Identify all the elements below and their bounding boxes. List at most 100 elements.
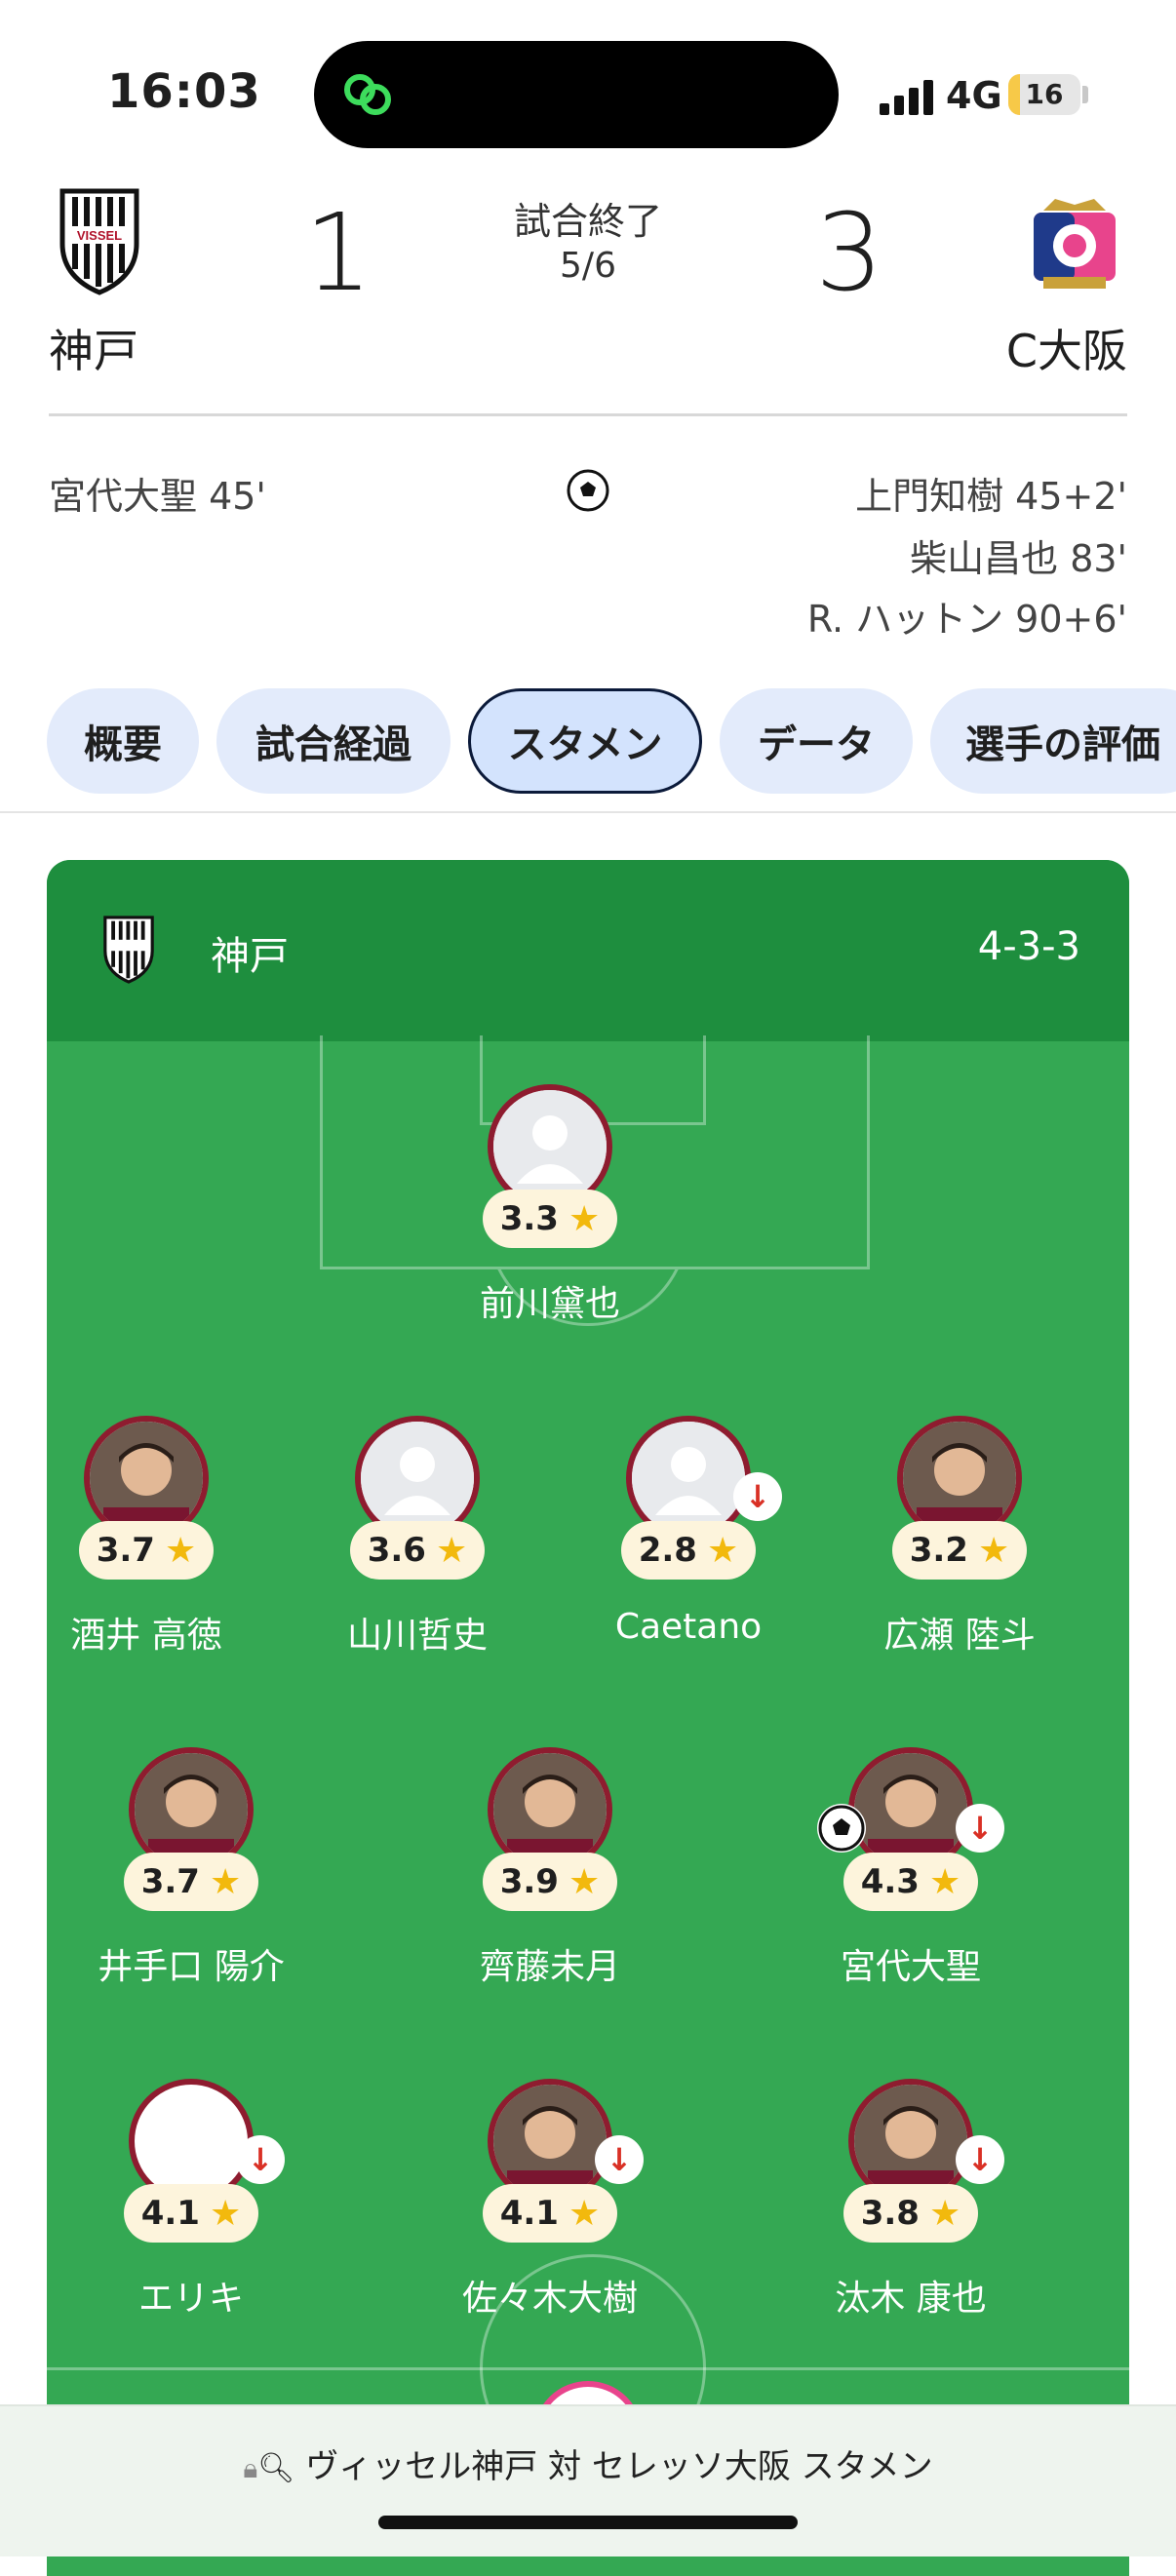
tab-lineups[interactable]: スタメン <box>468 688 702 794</box>
lineup-team-name: 神戸 <box>211 934 289 979</box>
link-app-icon <box>344 74 391 115</box>
player-rating: 3.7 ★ <box>124 1853 258 1911</box>
url-text[interactable]: 🔒︎🔍︎ ヴィッセル神戸 対 セレッソ大阪 スタメン <box>0 2439 1176 2487</box>
player-card[interactable]: 3.6 ★ 山川哲史 <box>271 1416 564 1656</box>
player-rating: 4.1 ★ <box>124 2184 258 2243</box>
rating-value: 3.9 <box>499 1862 559 1901</box>
player-name: 広瀬 陸斗 <box>883 1616 1036 1656</box>
player-card[interactable]: 3.7 ★ 酒井 高徳 <box>47 1416 293 1656</box>
crest-text: VISSEL <box>77 228 122 243</box>
player-name: 酒井 高徳 <box>70 1616 222 1656</box>
down-arrow-icon: ↓ <box>595 2135 644 2184</box>
star-icon: ★ <box>164 1530 197 1571</box>
player-name: 前川黛也 <box>479 1284 620 1324</box>
home-team-name[interactable]: 神戸 <box>49 316 138 380</box>
player-card[interactable]: ↓ 3.8 ★ 汰木 康也 <box>764 2079 1057 2319</box>
rating-value: 3.3 <box>499 1199 559 1238</box>
battery-icon: 16 <box>1008 74 1080 115</box>
player-name: 山川哲史 <box>346 1616 488 1656</box>
search-icon: 🔍︎ <box>257 2451 295 2485</box>
player-name: 齊藤未月 <box>479 1947 620 1987</box>
signal-icon <box>880 80 933 115</box>
player-name: 井手口 陽介 <box>98 1947 285 1987</box>
rating-value: 3.8 <box>860 2194 920 2233</box>
player-rating: 3.3 ★ <box>483 1190 617 1248</box>
tab-player-ratings[interactable]: 選手の評価 <box>930 688 1176 794</box>
divider <box>0 811 1176 813</box>
home-indicator[interactable] <box>378 2516 798 2529</box>
player-card[interactable]: ↓ 4.1 ★ エリキ <box>47 2079 337 2319</box>
player-card[interactable]: 3.2 ★ 広瀬 陸斗 <box>813 1416 1106 1656</box>
rating-value: 3.6 <box>367 1531 426 1570</box>
star-icon: ★ <box>568 2193 601 2234</box>
rating-value: 3.2 <box>909 1531 968 1570</box>
rating-value: 4.1 <box>499 2194 559 2233</box>
player-card[interactable]: ↓ 4.1 ★ 佐々木大樹 <box>404 2079 696 2319</box>
tab-timeline[interactable]: 試合経過 <box>216 688 451 794</box>
cerezo-osaka-crest-icon <box>1034 199 1116 289</box>
battery-percent: 16 <box>1025 78 1064 110</box>
player-rating: 3.6 ★ <box>350 1521 485 1580</box>
vissel-kobe-crest-icon: VISSEL <box>59 188 139 295</box>
network-type: 4G <box>946 74 1002 117</box>
player-card[interactable]: 3.3 ★ 前川黛也 <box>404 1084 696 1324</box>
soccer-ball-icon <box>567 469 609 512</box>
down-arrow-icon: ↓ <box>733 1472 782 1521</box>
down-arrow-icon: ↓ <box>956 2135 1004 2184</box>
player-card[interactable]: ↓ 4.3 ★ 宮代大聖 <box>764 1747 1057 1987</box>
away-scorer: R. ハットン 90+6' <box>806 598 1127 641</box>
player-rating: 4.3 ★ <box>843 1853 978 1911</box>
home-score: 1 <box>304 190 372 315</box>
player-name: 汰木 康也 <box>835 2279 987 2319</box>
star-icon: ★ <box>209 2193 242 2234</box>
rating-value: 4.3 <box>860 1862 920 1901</box>
star-icon: ★ <box>706 1530 739 1571</box>
rating-value: 2.8 <box>638 1531 697 1570</box>
star-icon: ★ <box>568 1861 601 1902</box>
url-label: ヴィッセル神戸 対 セレッソ大阪 スタメン <box>305 2447 933 2486</box>
rating-value: 3.7 <box>96 1531 155 1570</box>
away-scorer: 柴山昌也 83' <box>910 537 1127 580</box>
home-scorer: 宮代大聖 45' <box>49 475 266 518</box>
lineup-pitch: 神戸 4-3-3 3.3 ★ 前川黛也 3.7 ★ 酒井 高徳 3.6 ★ 山川哲史 ↓ 2.8 ★ C… <box>47 860 1129 2576</box>
star-icon: ★ <box>435 1530 468 1571</box>
down-arrow-icon: ↓ <box>956 1804 1004 1853</box>
player-name: 宮代大聖 <box>840 1947 981 1987</box>
player-rating: 3.8 ★ <box>843 2184 978 2243</box>
star-icon: ★ <box>977 1530 1010 1571</box>
rating-value: 3.7 <box>140 1862 200 1901</box>
player-name: エリキ <box>137 2279 244 2319</box>
player-card[interactable]: 3.9 ★ 齊藤未月 <box>404 1747 696 1987</box>
tab-stats[interactable]: データ <box>720 688 913 794</box>
status-time: 16:03 <box>107 64 261 119</box>
star-icon: ★ <box>568 1198 601 1239</box>
away-team-name[interactable]: C大阪 <box>1006 316 1127 380</box>
rating-value: 4.1 <box>140 2194 200 2233</box>
star-icon: ★ <box>209 1861 242 1902</box>
player-card[interactable]: 3.7 ★ 井手口 陽介 <box>47 1747 337 1987</box>
match-status: 試合終了 <box>513 200 662 243</box>
lock-icon: 🔒︎ <box>243 2452 258 2484</box>
player-rating: 3.7 ★ <box>79 1521 214 1580</box>
star-icon: ★ <box>928 1861 961 1902</box>
match-date: 5/6 <box>560 246 616 286</box>
player-name: 佐々木大樹 <box>461 2279 638 2319</box>
divider <box>49 413 1127 416</box>
player-rating: 3.9 ★ <box>483 1853 617 1911</box>
player-name: Caetano <box>614 1607 763 1647</box>
away-scorer: 上門知樹 45+2' <box>855 475 1127 518</box>
player-rating: 3.2 ★ <box>892 1521 1027 1580</box>
star-icon: ★ <box>928 2193 961 2234</box>
vissel-kobe-crest-icon <box>103 916 154 984</box>
formation: 4-3-3 <box>977 924 1080 969</box>
browser-url-bar[interactable]: 🔒︎🔍︎ ヴィッセル神戸 対 セレッソ大阪 スタメン <box>0 2404 1176 2556</box>
tab-overview[interactable]: 概要 <box>47 688 199 794</box>
away-score: 3 <box>815 190 883 315</box>
down-arrow-icon: ↓ <box>236 2135 285 2184</box>
battery-nub <box>1082 86 1088 103</box>
player-rating: 4.1 ★ <box>483 2184 617 2243</box>
player-card[interactable]: ↓ 2.8 ★ Caetano <box>542 1416 835 1650</box>
player-rating: 2.8 ★ <box>621 1521 756 1580</box>
lineup-header: 神戸 4-3-3 <box>47 860 1129 1041</box>
soccer-ball-icon <box>817 1804 866 1853</box>
